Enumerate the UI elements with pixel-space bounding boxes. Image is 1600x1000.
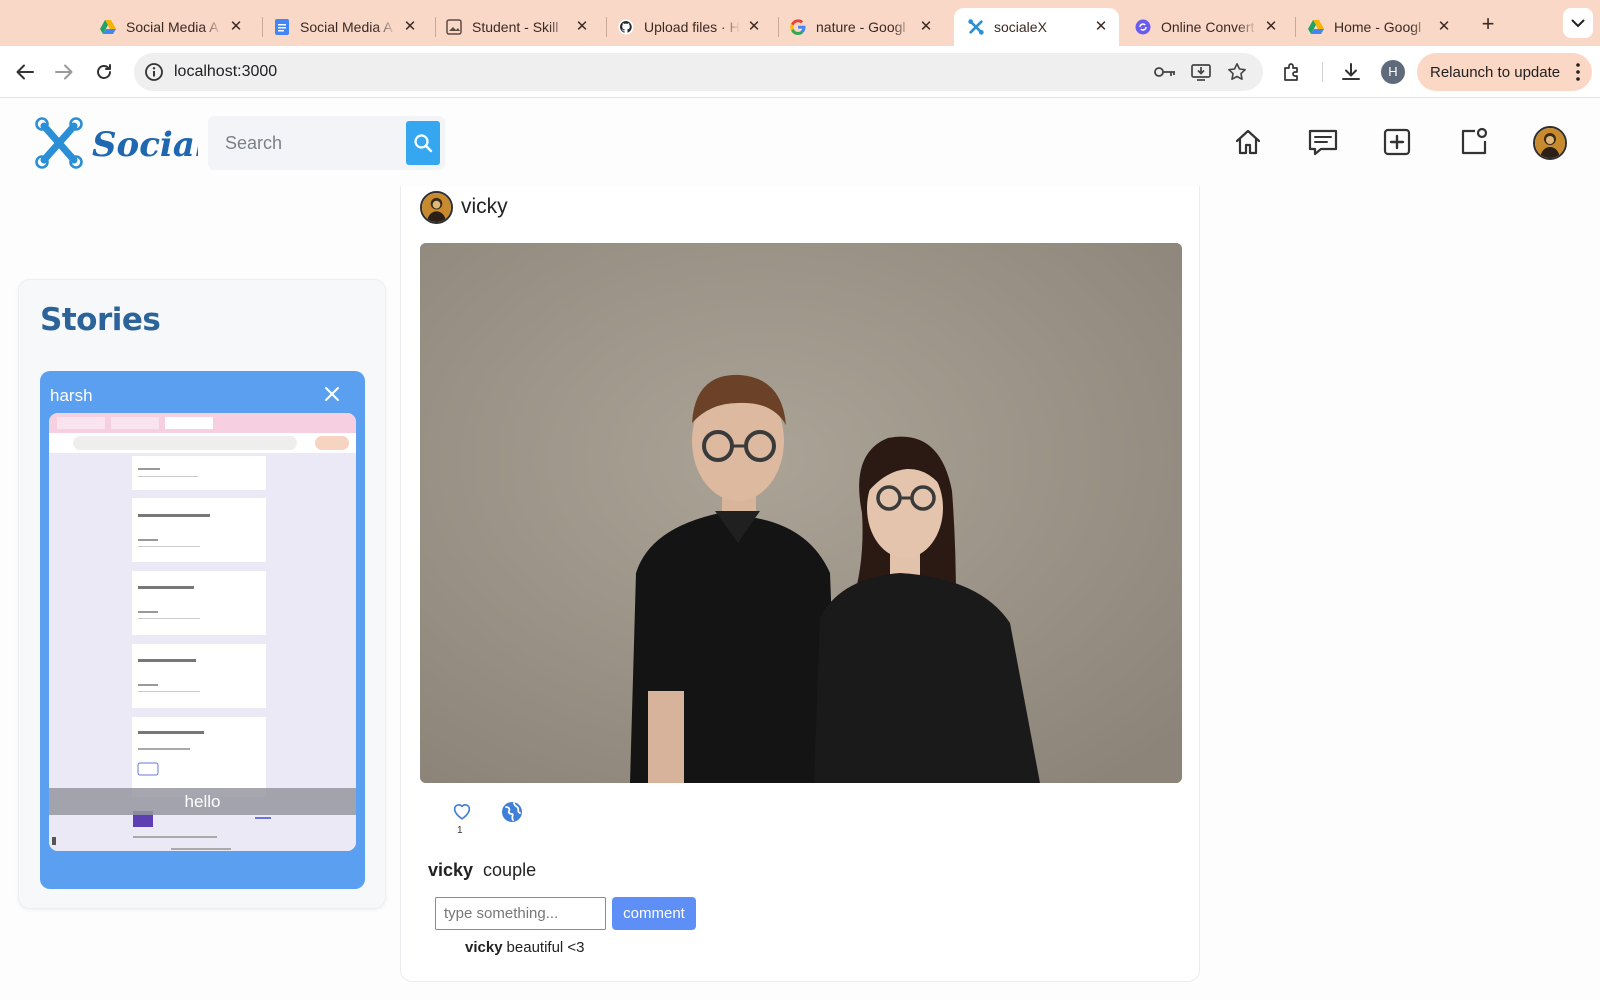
nav-messages-button[interactable] xyxy=(1307,126,1339,158)
caption-text: couple xyxy=(483,860,537,880)
new-tab-button[interactable]: + xyxy=(1474,10,1502,38)
relaunch-label: Relaunch to update xyxy=(1430,63,1561,81)
google-drive-icon xyxy=(1308,19,1324,35)
close-tab-icon[interactable]: ✕ xyxy=(574,19,590,35)
install-app-icon[interactable] xyxy=(1190,62,1212,82)
story-card[interactable]: harsh hello xyxy=(40,371,365,889)
close-tab-icon[interactable]: ✕ xyxy=(746,19,762,35)
nav-home-button[interactable] xyxy=(1232,126,1264,158)
like-count: 1 xyxy=(457,825,463,836)
stories-panel: Stories harsh hello xyxy=(18,279,386,909)
stories-title: Stories xyxy=(40,302,161,338)
comment-text: beautiful <3 xyxy=(506,939,585,956)
close-tab-icon[interactable]: ✕ xyxy=(228,19,244,35)
user-avatar-image xyxy=(1535,128,1565,158)
post-author-avatar[interactable] xyxy=(420,191,453,224)
chat-icon xyxy=(1308,129,1338,156)
socialex-icon xyxy=(968,19,984,35)
browser-tab[interactable]: Social Media A ✕ xyxy=(86,8,254,46)
google-icon xyxy=(790,19,806,35)
relaunch-button[interactable]: Relaunch to update xyxy=(1417,53,1592,91)
search-icon xyxy=(414,134,433,153)
google-drive-icon xyxy=(100,19,116,35)
add-square-icon xyxy=(1383,128,1411,156)
site-info-icon[interactable] xyxy=(142,60,166,84)
post-card: vicky 1 vicky couple type something... c… xyxy=(400,186,1200,982)
google-docs-icon xyxy=(274,19,290,35)
more-menu-icon[interactable] xyxy=(1576,63,1580,81)
puzzle-icon xyxy=(1284,63,1298,81)
story-image xyxy=(49,413,356,851)
password-key-icon[interactable] xyxy=(1154,62,1176,82)
back-arrow-icon xyxy=(16,64,34,80)
browser-tab[interactable]: Online Convert ✕ xyxy=(1121,8,1289,46)
browser-tab-active[interactable]: socialeX ✕ xyxy=(954,8,1119,46)
browser-tab[interactable]: Social Media A ✕ xyxy=(260,8,428,46)
nav-create-post-button[interactable] xyxy=(1381,126,1413,158)
address-bar[interactable]: localhost:3000 xyxy=(134,53,1263,91)
bookmark-star-icon[interactable] xyxy=(1226,62,1248,82)
chevron-down-icon xyxy=(1571,19,1585,27)
search-box[interactable]: Search xyxy=(208,116,445,170)
tab-title: Student - Skill xyxy=(472,19,559,35)
nav-notifications-button[interactable] xyxy=(1458,126,1490,158)
close-tab-icon[interactable]: ✕ xyxy=(402,19,418,35)
close-tab-icon[interactable]: ✕ xyxy=(1093,19,1109,35)
user-avatar-image xyxy=(422,193,451,222)
url-text: localhost:3000 xyxy=(174,63,278,80)
browser-tab[interactable]: Student - Skill ✕ xyxy=(432,8,600,46)
tab-title: nature - Googl xyxy=(816,19,906,35)
post-caption: vicky couple xyxy=(428,860,536,881)
browser-toolbar: localhost:3000 H Relaunch to update xyxy=(0,46,1600,98)
brand-text: SocialeX xyxy=(92,125,198,165)
downloads-button[interactable] xyxy=(1337,58,1365,86)
browser-tab[interactable]: Home - Googl ✕ xyxy=(1294,8,1462,46)
search-button[interactable] xyxy=(406,121,440,165)
profile-avatar-button[interactable] xyxy=(1533,126,1567,160)
like-heart-icon[interactable] xyxy=(451,800,473,822)
github-icon xyxy=(618,19,634,35)
search-input[interactable]: Search xyxy=(225,133,282,154)
close-tab-icon[interactable]: ✕ xyxy=(918,19,934,35)
back-button[interactable] xyxy=(11,58,39,86)
comment-input[interactable] xyxy=(435,897,606,930)
toolbar-divider xyxy=(1322,62,1323,82)
home-icon xyxy=(1235,129,1261,155)
story-username: harsh xyxy=(50,386,93,405)
browser-tab[interactable]: nature - Googl ✕ xyxy=(776,8,944,46)
socialex-logo[interactable]: SocialeX xyxy=(34,116,257,172)
close-tab-icon[interactable]: ✕ xyxy=(1436,19,1452,35)
close-icon[interactable] xyxy=(324,386,340,402)
comment-button[interactable]: comment xyxy=(612,897,696,930)
reload-icon xyxy=(97,64,111,79)
profile-avatar[interactable]: H xyxy=(1381,60,1405,84)
tab-title: Online Convert xyxy=(1161,19,1255,35)
extensions-button[interactable] xyxy=(1278,58,1306,86)
tab-title: Social Media A xyxy=(126,19,219,35)
caption-username[interactable]: vicky xyxy=(428,860,473,880)
comment-username[interactable]: vicky xyxy=(465,939,503,956)
tab-title: Home - Googl xyxy=(1334,19,1422,35)
tab-title: socialeX xyxy=(994,19,1047,35)
post-author-name[interactable]: vicky xyxy=(461,195,508,219)
forward-button[interactable] xyxy=(50,58,78,86)
story-caption: hello xyxy=(49,788,356,815)
tab-title: Social Media A xyxy=(300,19,393,35)
forward-arrow-icon xyxy=(55,64,73,80)
close-tab-icon[interactable]: ✕ xyxy=(1263,19,1279,35)
reload-button[interactable] xyxy=(90,58,118,86)
converter-icon xyxy=(1135,19,1151,35)
post-photo xyxy=(420,243,1182,783)
comment-item: vicky beautiful <3 xyxy=(465,939,585,956)
download-icon xyxy=(1342,63,1360,80)
tab-search-button[interactable] xyxy=(1563,8,1593,38)
notification-square-icon xyxy=(1461,127,1488,155)
browser-tab[interactable]: Upload files · H ✕ xyxy=(604,8,772,46)
tab-title: Upload files · H xyxy=(644,19,740,35)
image-icon xyxy=(446,19,462,35)
browser-tab-bar: Social Media A ✕ Social Media A ✕ Studen… xyxy=(0,0,1600,46)
globe-icon[interactable] xyxy=(500,800,524,824)
